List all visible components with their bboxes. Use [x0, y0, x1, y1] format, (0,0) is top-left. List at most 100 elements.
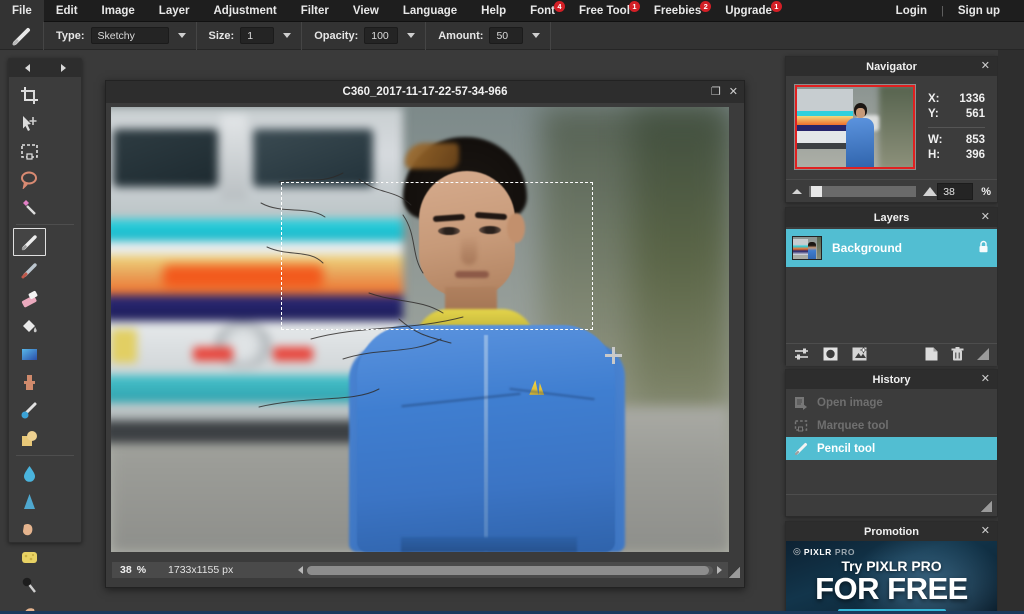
sharpen-tool[interactable]	[13, 487, 46, 515]
layer-resize-grip[interactable]	[977, 348, 989, 362]
menu-item-upgrade[interactable]: Upgrade 1	[713, 0, 784, 22]
chevron-down-icon[interactable]	[532, 33, 541, 38]
menu-item-file[interactable]: File	[0, 0, 44, 22]
menu-label: Filter	[300, 4, 329, 17]
navigator-thumbnail[interactable]	[794, 84, 916, 170]
layer-settings-button[interactable]	[794, 347, 809, 363]
delete-layer-button[interactable]	[951, 347, 964, 363]
dodge-tool[interactable]	[13, 571, 46, 599]
menu-label: Image	[101, 4, 135, 17]
option-size-value[interactable]: 1	[240, 27, 275, 44]
color-replace-tool[interactable]	[13, 396, 46, 424]
toolbox-next-arrow-icon[interactable]	[60, 64, 66, 72]
move-tool[interactable]	[13, 109, 46, 137]
image-window-titlebar[interactable]: C360_2017-11-17-22-57-34-966 ❐ ✕	[106, 81, 744, 103]
history-item-label: Marquee tool	[817, 419, 889, 432]
navigator-coordinates: X: 1336 Y: 561 W: 853 H: 396	[916, 84, 989, 171]
image-canvas[interactable]	[111, 107, 729, 552]
option-size[interactable]: Size: 1	[197, 21, 303, 50]
brush-tool[interactable]	[13, 256, 46, 284]
lasso-select-tool[interactable]	[13, 165, 46, 193]
photo-trees-far	[631, 107, 729, 407]
horizontal-scrollbar[interactable]	[294, 561, 726, 579]
zoom-percent-label: %	[981, 185, 991, 198]
toolbox-prev-arrow-icon[interactable]	[24, 64, 30, 72]
promotion-banner[interactable]: ◎ PIXLR PRO Try PIXLR PRO FOR FREE	[786, 541, 997, 613]
option-size-label: Size:	[208, 29, 235, 42]
scrollbar-track[interactable]	[307, 565, 713, 575]
crosshair-cursor	[605, 347, 622, 364]
maximize-icon[interactable]: ❐	[711, 86, 721, 98]
lock-icon[interactable]	[978, 240, 989, 256]
navigator-h-value: 396	[965, 149, 985, 161]
history-resize-grip[interactable]	[981, 501, 992, 512]
menu-item-edit[interactable]: Edit	[44, 0, 90, 22]
sponge-tool[interactable]	[13, 543, 46, 571]
close-icon[interactable]: ✕	[981, 57, 990, 76]
option-amount-value[interactable]: 50	[489, 27, 524, 44]
drawing-shape-tool[interactable]	[13, 424, 46, 452]
crop-tool[interactable]	[13, 81, 46, 109]
small-mountain-icon[interactable]	[792, 189, 802, 194]
paint-bucket-tool[interactable]	[13, 312, 46, 340]
history-item-pencil-tool[interactable]: Pencil tool	[786, 437, 997, 460]
layer-row-background[interactable]: Background	[786, 229, 997, 267]
menu-item-help[interactable]: Help	[469, 0, 518, 22]
menu-item-image[interactable]: Image	[90, 0, 147, 22]
menu-item-language[interactable]: Language	[391, 0, 469, 22]
close-icon[interactable]: ✕	[729, 86, 738, 98]
navigator-y-value: 561	[965, 108, 985, 120]
close-icon[interactable]: ✕	[981, 208, 990, 227]
close-icon[interactable]: ✕	[981, 370, 990, 389]
option-amount[interactable]: Amount: 50	[426, 21, 552, 50]
history-item-label: Open image	[817, 396, 883, 409]
scroll-right-arrow-icon[interactable]	[717, 566, 722, 574]
history-footer	[786, 494, 997, 515]
menu-item-adjustment[interactable]: Adjustment	[201, 0, 288, 22]
zoom-value-input[interactable]: 38	[937, 183, 974, 200]
new-layer-button[interactable]	[925, 347, 938, 363]
chevron-down-icon[interactable]	[407, 33, 416, 38]
signup-button[interactable]: Sign up	[946, 0, 1012, 22]
scrollbar-thumb[interactable]	[307, 565, 709, 575]
smudge-tool[interactable]	[13, 515, 46, 543]
history-item-open-image[interactable]: Open image	[786, 391, 997, 414]
gradient-tool[interactable]	[13, 340, 46, 368]
blur-tool[interactable]	[13, 459, 46, 487]
option-type[interactable]: Type: Sketchy	[44, 21, 197, 50]
toolbox-navigation	[9, 59, 81, 77]
promotion-header: Promotion ✕	[786, 522, 997, 541]
marquee-select-tool[interactable]	[13, 137, 46, 165]
tool-divider	[16, 224, 74, 225]
scroll-left-arrow-icon[interactable]	[298, 566, 303, 574]
layer-mask-button[interactable]	[823, 347, 838, 363]
option-type-value[interactable]: Sketchy	[90, 27, 169, 44]
pencil-tool[interactable]	[13, 228, 46, 256]
menu-item-freebies[interactable]: Freebies 2	[642, 0, 713, 22]
window-resize-grip[interactable]	[729, 567, 740, 578]
chevron-down-icon[interactable]	[283, 33, 292, 38]
wand-select-tool[interactable]	[13, 193, 46, 221]
history-item-marquee-tool[interactable]: Marquee tool	[786, 414, 997, 437]
close-icon[interactable]: ✕	[981, 522, 990, 541]
menu-item-free-tool[interactable]: Free Tool 1	[567, 0, 642, 22]
option-opacity-value[interactable]: 100	[364, 27, 399, 44]
menu-item-layer[interactable]: Layer	[147, 0, 202, 22]
zoom-slider-thumb[interactable]	[811, 186, 822, 197]
menu-item-font[interactable]: Font 4	[518, 0, 567, 22]
clone-stamp-tool[interactable]	[13, 368, 46, 396]
login-button[interactable]: Login	[884, 0, 939, 22]
layers-list: Background	[786, 227, 997, 343]
large-mountain-icon[interactable]	[923, 187, 938, 196]
eraser-tool[interactable]	[13, 284, 46, 312]
layer-name: Background	[832, 241, 903, 255]
zoom-slider-track[interactable]	[809, 186, 917, 197]
navigator-viewbox[interactable]	[795, 85, 915, 169]
option-opacity[interactable]: Opacity: 100	[302, 21, 427, 50]
layer-adjustment-button[interactable]	[852, 346, 868, 363]
menu-item-view[interactable]: View	[341, 0, 391, 22]
status-zoom-value[interactable]: 38	[112, 564, 137, 576]
marquee-selection[interactable]	[281, 182, 593, 330]
chevron-down-icon[interactable]	[177, 33, 186, 38]
menu-item-filter[interactable]: Filter	[289, 0, 341, 22]
